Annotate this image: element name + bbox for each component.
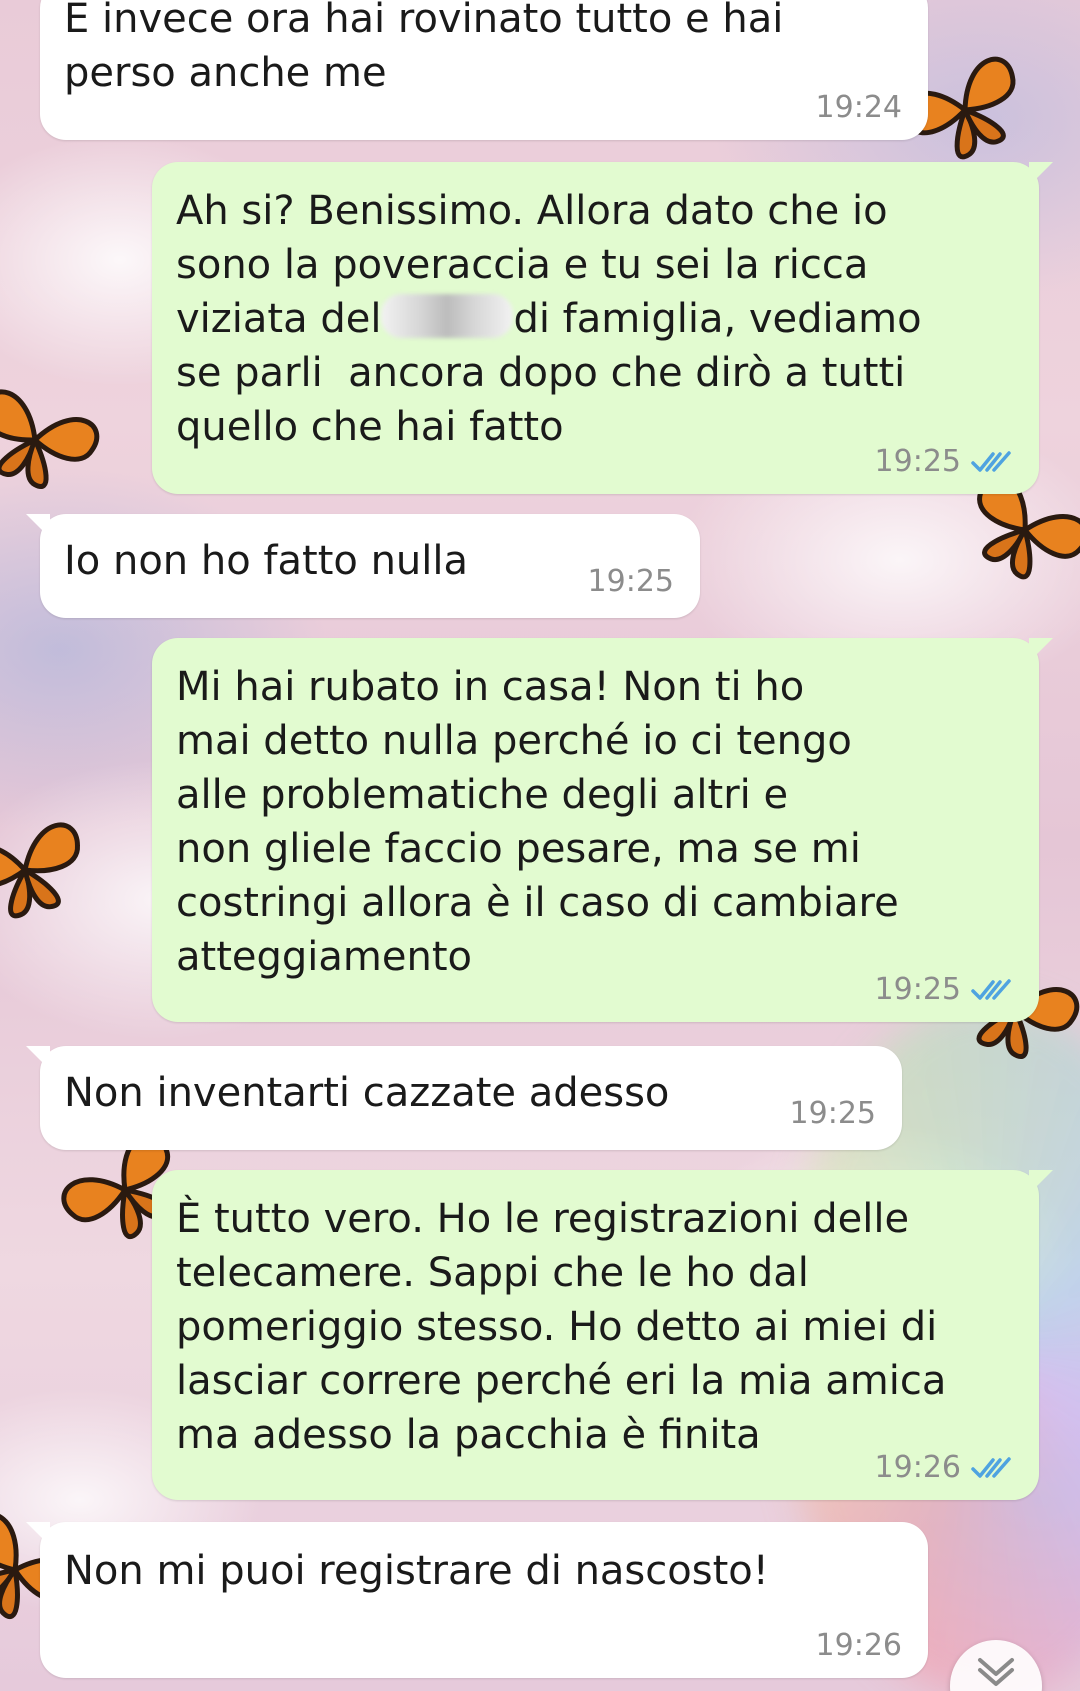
message-text: Io non ho fatto nulla	[64, 538, 469, 584]
chat-background: E invece ora hai rovinato tutto e hai pe…	[0, 0, 1080, 1691]
outgoing-message[interactable]: Mi hai rubato in casa! Non ti ho mai det…	[152, 638, 1053, 1022]
message-text: Non mi puoi registrare di nascosto!	[64, 1548, 769, 1594]
message-meta: 19:24	[816, 90, 902, 126]
message-text: È tutto vero. Ho le registrazioni delle …	[176, 1196, 947, 1458]
message-time: 19:25	[874, 444, 961, 479]
incoming-message[interactable]: Non inventarti cazzate adesso 19:25	[26, 1046, 902, 1150]
message-meta: 19:26	[816, 1628, 902, 1664]
message-text: Non inventarti cazzate adesso	[64, 1070, 670, 1116]
bubble-tail	[26, 0, 50, 6]
message-meta: 19:25	[790, 1096, 876, 1132]
message-time: 19:25	[587, 564, 674, 599]
incoming-message[interactable]: Io non ho fatto nulla 19:25	[26, 514, 700, 618]
outgoing-message[interactable]: È tutto vero. Ho le registrazioni delle …	[152, 1170, 1053, 1500]
incoming-message[interactable]: E invece ora hai rovinato tutto e hai pe…	[26, 0, 928, 140]
message-time: 19:24	[815, 90, 902, 125]
butterfly-icon	[0, 822, 80, 919]
message-time: 19:25	[789, 1096, 876, 1131]
bubble-tail	[26, 1046, 50, 1070]
message-time: 19:26	[815, 1628, 902, 1663]
message-meta: 19:25	[588, 564, 674, 600]
bubble-tail	[1029, 162, 1053, 186]
incoming-message[interactable]: Non mi puoi registrare di nascosto! 19:2…	[26, 1522, 928, 1678]
double-check-icon	[971, 979, 1011, 1000]
redacted-word	[381, 294, 514, 338]
butterfly-icon	[0, 389, 100, 489]
double-check-icon	[971, 1457, 1011, 1478]
message-meta: 19:25	[875, 444, 1013, 480]
outgoing-message[interactable]: Ah si? Benissimo. Allora dato che io son…	[152, 162, 1053, 494]
message-time: 19:26	[874, 1450, 961, 1485]
message-meta: 19:25	[875, 972, 1013, 1008]
message-text: Ah si? Benissimo. Allora dato che io son…	[176, 184, 1015, 454]
bubble-tail	[26, 514, 50, 538]
chevron-down-icon	[978, 1658, 1014, 1686]
message-meta: 19:26	[875, 1450, 1013, 1486]
double-check-icon	[971, 451, 1011, 472]
message-text: E invece ora hai rovinato tutto e hai pe…	[64, 0, 784, 96]
message-text: Mi hai rubato in casa! Non ti ho mai det…	[176, 664, 899, 980]
bubble-tail	[1029, 638, 1053, 662]
message-time: 19:25	[874, 972, 961, 1007]
